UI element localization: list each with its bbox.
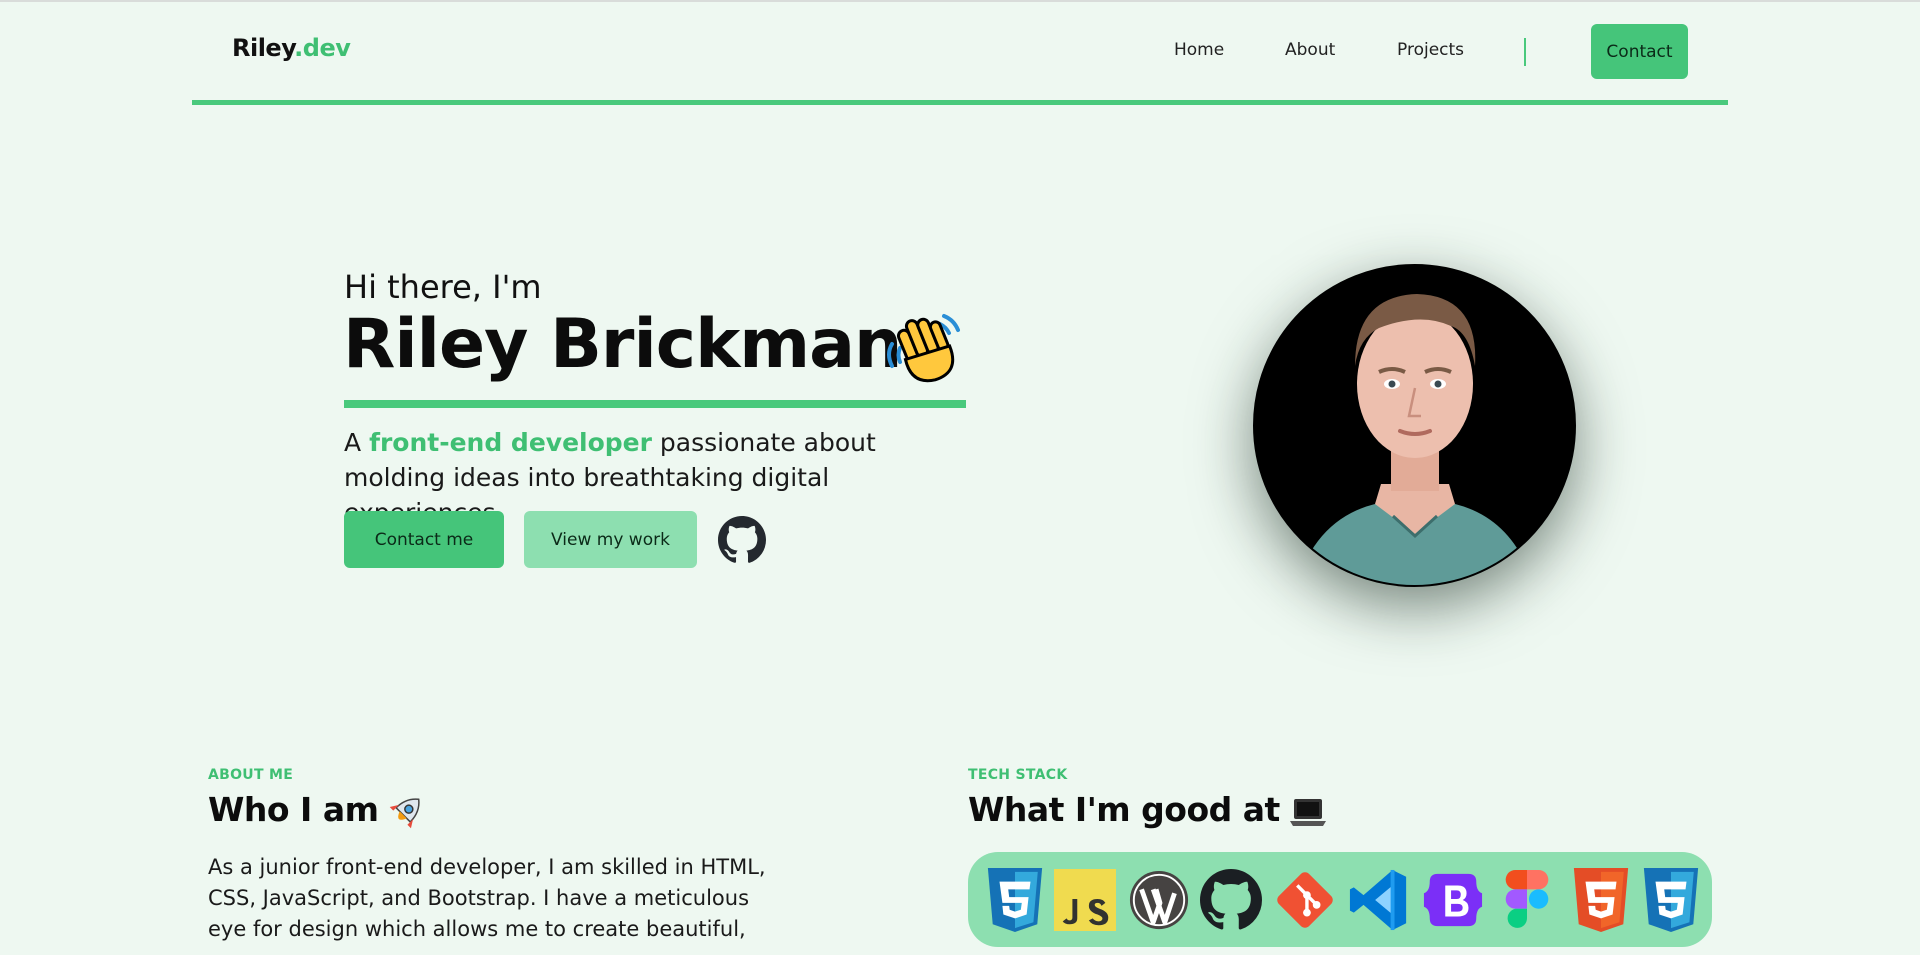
tech-title: What I'm good at [968,790,1328,829]
site-logo[interactable]: Riley.dev [232,34,351,62]
nav-link-home[interactable]: Home [1174,40,1224,60]
profile-photo-illustration [1255,266,1574,585]
github-icon[interactable] [718,516,766,564]
contact-me-button[interactable]: Contact me [344,511,504,568]
hero-name: Riley Brickman [343,305,902,384]
waving-hand-icon [887,314,960,383]
figma-icon [1505,869,1549,928]
about-title-text: Who I am [208,790,379,829]
css3-icon [987,868,1043,932]
view-my-work-button[interactable]: View my work [524,511,697,568]
logo-accent-text: .dev [294,34,351,62]
about-paragraph: As a junior front-end developer, I am sk… [208,855,766,941]
rocket-icon [390,797,421,828]
tagline-prefix: A [344,428,370,457]
html5-icon [1573,868,1629,932]
about-title: Who I am [208,790,426,832]
laptop-icon [1289,798,1326,826]
nav-link-about[interactable]: About [1285,40,1335,60]
logo-text: Riley [232,34,295,62]
nav-contact-button[interactable]: Contact [1591,24,1688,79]
nav-link-projects[interactable]: Projects [1397,40,1464,60]
navbar: Riley.dev Home About Projects Contact [192,0,1728,105]
github-icon [1200,869,1262,930]
hero-greeting: Hi there, I'm [344,268,542,306]
tech-stack-bar [968,852,1712,947]
tech-title-text: What I'm good at [968,790,1280,829]
nav-underline [192,100,1728,105]
wordpress-icon [1129,870,1189,930]
tech-eyebrow: TECH STACK [968,767,1068,783]
vscode-icon [1349,869,1407,931]
git-icon [1277,872,1333,928]
about-eyebrow: ABOUT ME [208,767,294,783]
nav-divider [1524,38,1526,66]
profile-photo [1253,264,1576,587]
tagline-highlight: front-end developer [369,428,652,457]
bootstrap-icon [1423,873,1483,927]
javascript-icon [1054,869,1116,931]
hero-name-underline [344,400,966,408]
css3-icon [1643,868,1699,932]
